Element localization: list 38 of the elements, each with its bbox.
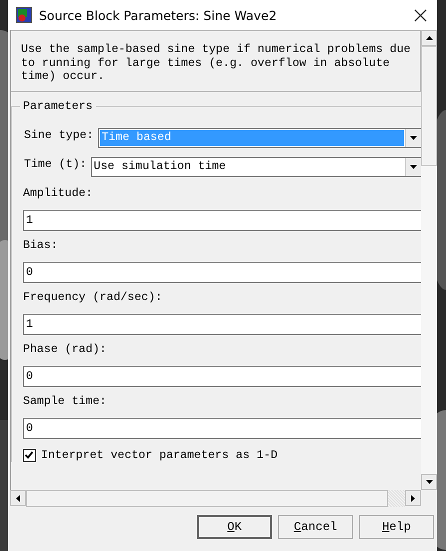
- dropdown-arrow-button[interactable]: [405, 128, 421, 146]
- up-arrow-icon: [426, 36, 432, 40]
- scroll-down-button[interactable]: [421, 474, 437, 490]
- app-icon: [16, 7, 32, 23]
- dialog-button[interactable]: Help: [359, 515, 434, 539]
- vertical-scrollbar[interactable]: [421, 30, 437, 490]
- down-arrow-icon: [426, 480, 432, 484]
- input-field[interactable]: 0: [23, 262, 421, 283]
- checkbox-label: Interpret vector parameters as 1-D: [41, 449, 278, 462]
- checkbox[interactable]: [23, 449, 36, 462]
- caret-icon: [410, 164, 417, 168]
- dropdown-arrow-button[interactable]: [405, 158, 421, 176]
- dropdown-value: Time based: [100, 130, 404, 146]
- field-label: Sample time:: [23, 394, 108, 409]
- right-arrow-icon: [411, 494, 415, 502]
- scroll-thumb[interactable]: [421, 46, 437, 166]
- dialog-button[interactable]: Cancel: [278, 515, 353, 539]
- field-label: Time (t):: [24, 158, 87, 171]
- field-label: Sine type:: [24, 129, 94, 142]
- field-label: Bias:: [23, 238, 59, 253]
- dropdown[interactable]: Use simulation time: [90, 156, 421, 176]
- close-icon[interactable]: [414, 8, 427, 22]
- input-field[interactable]: 0: [23, 366, 421, 387]
- scroll-right-button[interactable]: [405, 490, 421, 506]
- left-arrow-icon: [16, 494, 20, 502]
- scroll-left-button[interactable]: [10, 490, 26, 506]
- input-field[interactable]: 1: [23, 210, 421, 231]
- description-text: Use the sample-based sine type if numerical problems due to running for large times (e.g. overflow in absolute time) occur.: [21, 43, 412, 84]
- caret-icon: [410, 136, 417, 140]
- field-label: Phase (rad):: [23, 342, 108, 357]
- field-label: Frequency (rad/sec):: [23, 290, 164, 305]
- input-field[interactable]: 1: [23, 314, 421, 335]
- window-title: Source Block Parameters: Sine Wave2: [39, 8, 278, 22]
- field-label: Amplitude:: [23, 186, 94, 201]
- scroll-up-button[interactable]: [421, 30, 437, 46]
- input-field[interactable]: 0: [23, 418, 421, 439]
- dialog-button[interactable]: OK: [197, 515, 272, 539]
- dropdown-value: Use simulation time: [92, 158, 227, 174]
